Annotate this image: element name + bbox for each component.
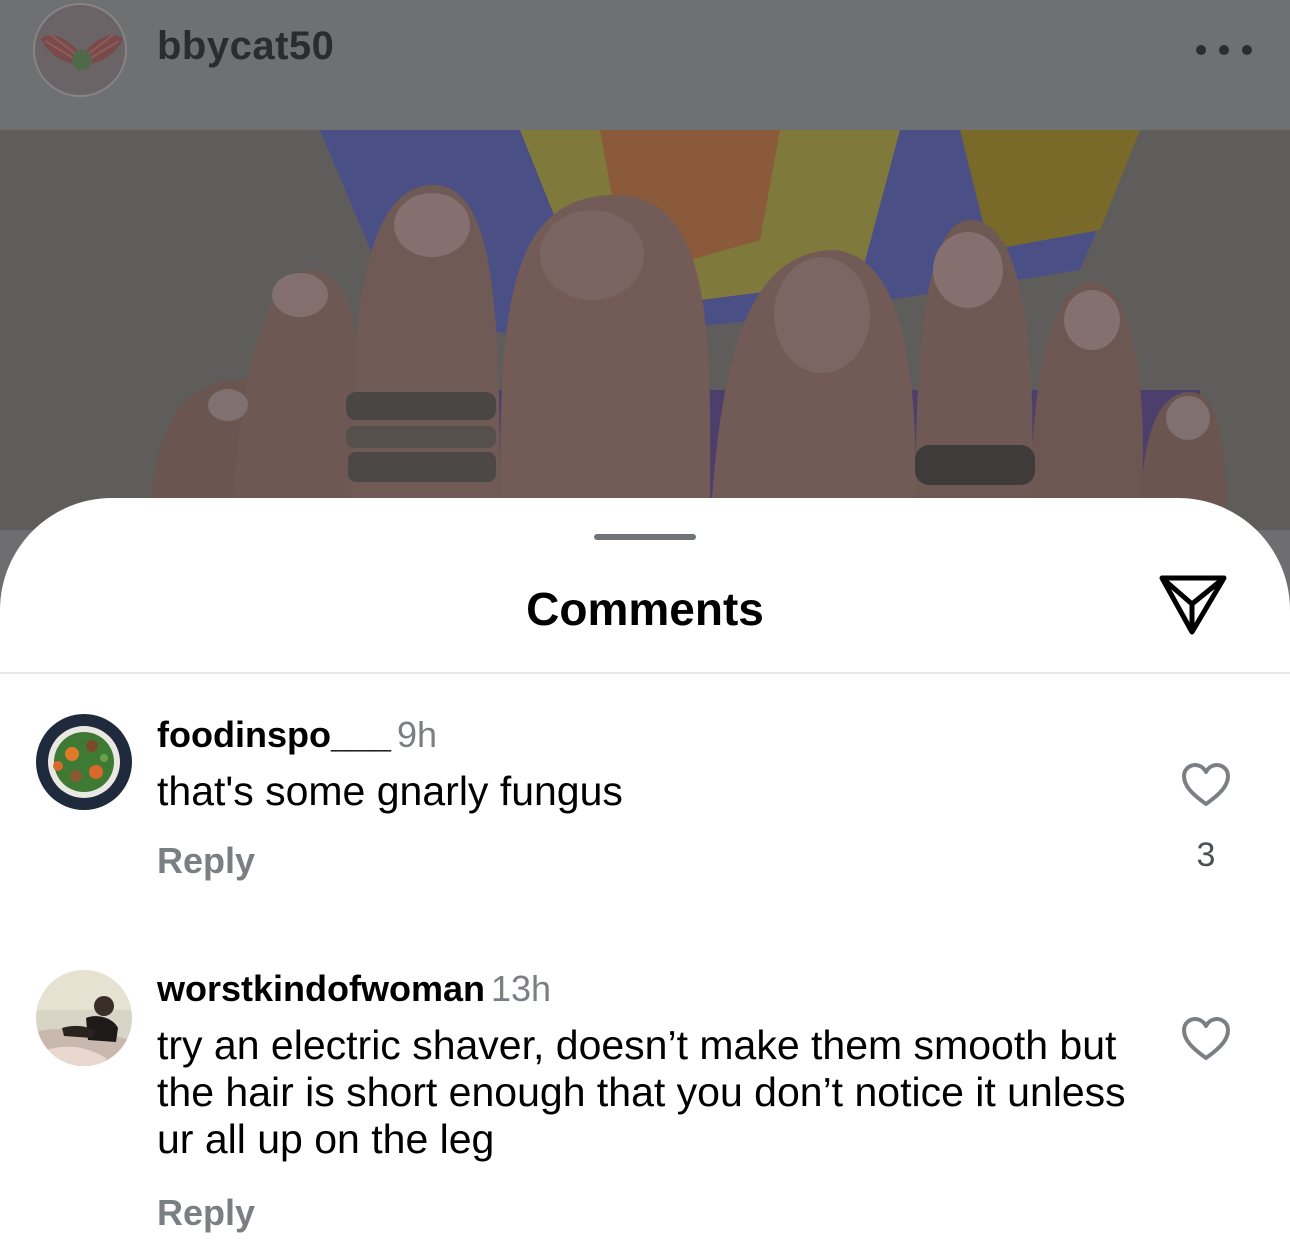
like-count: 3: [1196, 836, 1216, 874]
post-header: bbycat50: [0, 0, 1290, 130]
comment-text: that's some gnarly fungus: [157, 768, 623, 814]
more-dot: [1196, 45, 1206, 55]
sheet-grabber[interactable]: [594, 534, 696, 540]
post-photo[interactable]: [0, 130, 1290, 530]
food-avatar-image: [36, 714, 132, 810]
heart-icon[interactable]: [1180, 1016, 1232, 1062]
heart-icon-glyph: [1182, 763, 1230, 806]
send-icon[interactable]: [1158, 574, 1228, 636]
comment-meta: worstkindofwoman 13h: [157, 968, 551, 1010]
profile-avatar-icon[interactable]: [33, 3, 127, 97]
commenter-avatar[interactable]: [36, 970, 132, 1066]
heart-icon[interactable]: [1180, 762, 1232, 808]
more-dot: [1242, 45, 1252, 55]
send-icon-glyph: [1159, 575, 1227, 635]
post-photo-graphic: [0, 130, 1290, 530]
avatar-image: [35, 5, 125, 95]
more-dot: [1219, 45, 1229, 55]
comment-username[interactable]: foodinspo___: [157, 714, 391, 755]
comment-meta: foodinspo___ 9h: [157, 714, 437, 756]
more-options-icon[interactable]: [1196, 36, 1252, 64]
comments-sheet: Comments foodinspo___ 9h that's some gnar…: [0, 498, 1290, 1256]
comment-time: 13h: [491, 968, 552, 1009]
commenter-avatar[interactable]: [36, 714, 132, 810]
sheet-divider: [0, 672, 1290, 674]
heart-icon-glyph: [1182, 1017, 1230, 1060]
post-username[interactable]: bbycat50: [157, 24, 334, 69]
reply-button[interactable]: Reply: [157, 840, 255, 882]
sheet-title: Comments: [526, 583, 764, 635]
comment-time: 9h: [397, 714, 438, 755]
person-avatar-image: [36, 970, 132, 1066]
comment-username[interactable]: worstkindofwoman: [157, 968, 485, 1009]
reply-button[interactable]: Reply: [157, 1192, 255, 1234]
comment-text: try an electric shaver, doesn’t make the…: [157, 1022, 1126, 1162]
